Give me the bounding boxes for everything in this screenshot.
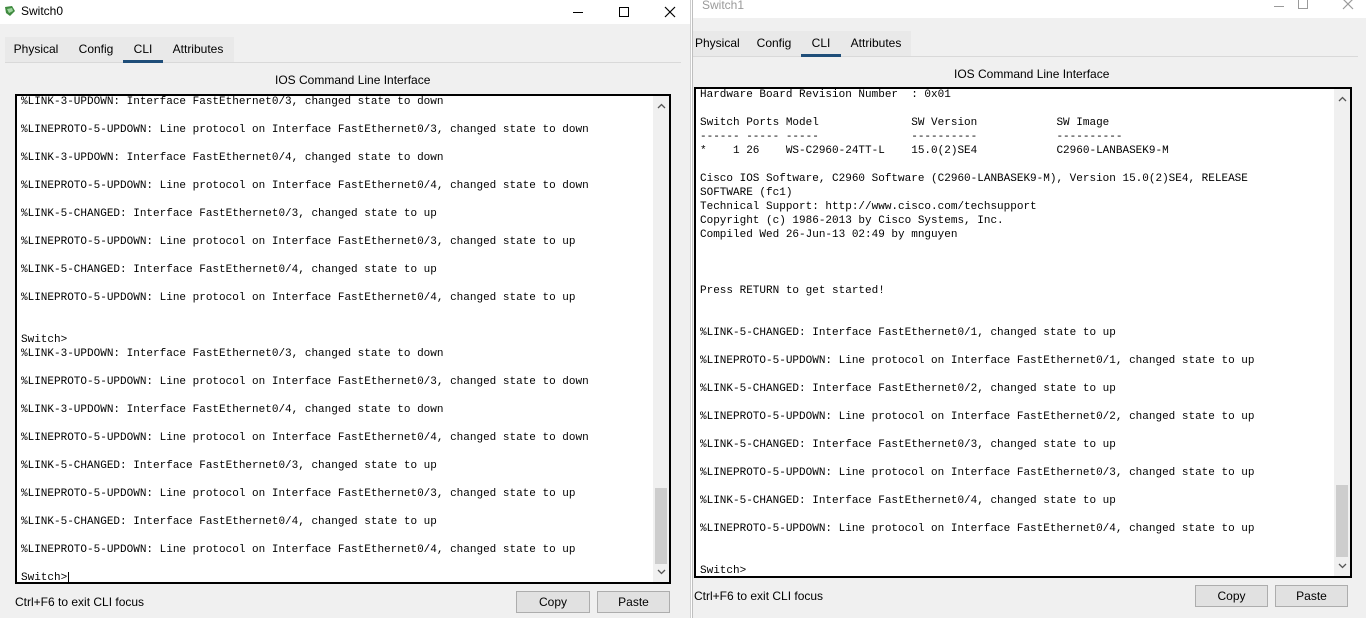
copy-button[interactable]: Copy <box>516 591 590 613</box>
tab-config[interactable]: Config <box>753 31 795 55</box>
cli-line: %LINK-5-CHANGED: Interface FastEthernet0… <box>700 495 1116 507</box>
paste-button[interactable]: Paste <box>1275 585 1348 607</box>
tab-cli[interactable]: CLI <box>801 31 841 57</box>
cli-line: %LINK-3-UPDOWN: Interface FastEthernet0/… <box>21 96 444 108</box>
cli-line: * 1 26 WS-C2960-24TT-L 15.0(2)SE4 C2960-… <box>700 145 1169 157</box>
cli-line: %LINEPROTO-5-UPDOWN: Line protocol on In… <box>21 236 576 248</box>
tab-cli[interactable]: CLI <box>123 37 163 63</box>
tab-attributes[interactable]: Attributes <box>847 31 905 55</box>
chevron-up-icon <box>657 103 665 109</box>
scroll-up-button[interactable] <box>1334 91 1350 107</box>
cli-console[interactable]: Hardware Board Revision Number : 0x01 Swi… <box>694 87 1352 578</box>
maximize-button[interactable] <box>601 0 647 24</box>
cli-scrollbar[interactable] <box>1334 89 1350 576</box>
cli-line: %LINK-5-CHANGED: Interface FastEthernet0… <box>21 264 437 276</box>
active-tab-indicator <box>123 60 163 63</box>
cli-line: Hardware Board Revision Number : 0x01 <box>700 89 951 101</box>
cli-line: Compiled Wed 26-Jun-13 02:49 by mnguyen <box>700 229 958 241</box>
packet-tracer-icon <box>5 6 15 16</box>
cli-line: %LINK-3-UPDOWN: Interface FastEthernet0/… <box>21 152 444 164</box>
cli-line: %LINEPROTO-5-UPDOWN: Line protocol on In… <box>21 124 589 136</box>
cli-line: %LINK-3-UPDOWN: Interface FastEthernet0/… <box>21 348 444 360</box>
chevron-down-icon <box>657 569 665 575</box>
close-button[interactable] <box>647 0 690 24</box>
switch0-title: Switch0 <box>21 4 64 18</box>
section-title: IOS Command Line Interface <box>954 67 1110 81</box>
tab-config[interactable]: Config <box>75 37 117 61</box>
cli-line: SOFTWARE (fc1) <box>700 187 793 199</box>
close-button[interactable] <box>1325 0 1366 10</box>
switch1-titlebar[interactable]: Switch1 <box>693 0 1366 18</box>
cli-line: Technical Support: http://www.cisco.com/… <box>700 201 1037 213</box>
cli-scrollbar[interactable] <box>653 96 669 582</box>
cli-line: %LINEPROTO-5-UPDOWN: Line protocol on In… <box>21 376 589 388</box>
paste-button[interactable]: Paste <box>597 591 670 613</box>
cli-line: Switch Ports Model SW Version SW Image <box>700 117 1110 129</box>
switch1-title: Switch1 <box>702 0 745 12</box>
panel-border <box>693 56 1358 57</box>
chevron-up-icon <box>1338 96 1346 102</box>
scroll-thumb[interactable] <box>1336 485 1348 557</box>
tab-physical[interactable]: Physical <box>11 37 61 61</box>
cli-line: %LINEPROTO-5-UPDOWN: Line protocol on In… <box>21 180 589 192</box>
scroll-down-button[interactable] <box>653 564 669 580</box>
cli-console[interactable]: %LINK-3-UPDOWN: Interface FastEthernet0/… <box>15 94 671 584</box>
switch1-window: Switch1 Physical Config CLI Attributes I… <box>692 0 1366 618</box>
cli-focus-hint: Ctrl+F6 to exit CLI focus <box>694 589 824 603</box>
cli-line: Press RETURN to get started! <box>700 285 885 297</box>
cli-line: %LINEPROTO-5-UPDOWN: Line protocol on In… <box>700 523 1255 535</box>
scroll-up-button[interactable] <box>653 98 669 114</box>
tab-physical[interactable]: Physical <box>695 31 740 55</box>
maximize-icon <box>619 7 629 17</box>
switch0-window: Switch0 Physical Config CLI Attributes I… <box>0 0 691 618</box>
cli-line: %LINEPROTO-5-UPDOWN: Line protocol on In… <box>700 411 1255 423</box>
cli-line: %LINEPROTO-5-UPDOWN: Line protocol on In… <box>21 488 576 500</box>
cli-focus-hint: Ctrl+F6 to exit CLI focus <box>15 595 145 609</box>
cli-line: %LINEPROTO-5-UPDOWN: Line protocol on In… <box>21 432 589 444</box>
scroll-down-button[interactable] <box>1334 558 1350 574</box>
maximize-icon <box>1298 0 1308 9</box>
cli-line: %LINK-3-UPDOWN: Interface FastEthernet0/… <box>21 404 444 416</box>
cli-line: Switch> <box>21 572 70 584</box>
cli-line: %LINEPROTO-5-UPDOWN: Line protocol on In… <box>700 355 1255 367</box>
close-icon <box>664 6 676 18</box>
cli-line: %LINEPROTO-5-UPDOWN: Line protocol on In… <box>21 292 576 304</box>
cli-line: Copyright (c) 1986-2013 by Cisco Systems… <box>700 215 1004 227</box>
minimize-icon <box>573 12 583 13</box>
cli-line: %LINEPROTO-5-UPDOWN: Line protocol on In… <box>21 544 576 556</box>
active-tab-indicator <box>801 54 841 57</box>
copy-button[interactable]: Copy <box>1195 585 1268 607</box>
close-icon <box>1342 0 1354 10</box>
cli-line: ------ ----- ----- ---------- ---------- <box>700 131 1123 143</box>
minimize-button[interactable] <box>555 0 601 24</box>
cli-line: %LINK-5-CHANGED: Interface FastEthernet0… <box>21 208 437 220</box>
maximize-button[interactable] <box>1280 0 1326 10</box>
cli-line: %LINK-5-CHANGED: Interface FastEthernet0… <box>21 460 437 472</box>
cli-line: %LINEPROTO-5-UPDOWN: Line protocol on In… <box>700 467 1255 479</box>
cli-line: Switch> <box>21 334 68 346</box>
chevron-down-icon <box>1338 563 1346 569</box>
cli-line: Switch> <box>700 565 747 577</box>
switch0-titlebar[interactable]: Switch0 <box>0 0 690 24</box>
scroll-thumb[interactable] <box>655 488 667 564</box>
section-title: IOS Command Line Interface <box>275 73 431 87</box>
cli-line: %LINK-5-CHANGED: Interface FastEthernet0… <box>21 516 437 528</box>
panel-border <box>5 62 681 63</box>
tab-attributes[interactable]: Attributes <box>169 37 227 61</box>
cli-line: Cisco IOS Software, C2960 Software (C296… <box>700 173 1248 185</box>
cli-line: %LINK-5-CHANGED: Interface FastEthernet0… <box>700 439 1116 451</box>
text-cursor <box>68 572 70 582</box>
cli-line: %LINK-5-CHANGED: Interface FastEthernet0… <box>700 327 1116 339</box>
cli-line: %LINK-5-CHANGED: Interface FastEthernet0… <box>700 383 1116 395</box>
